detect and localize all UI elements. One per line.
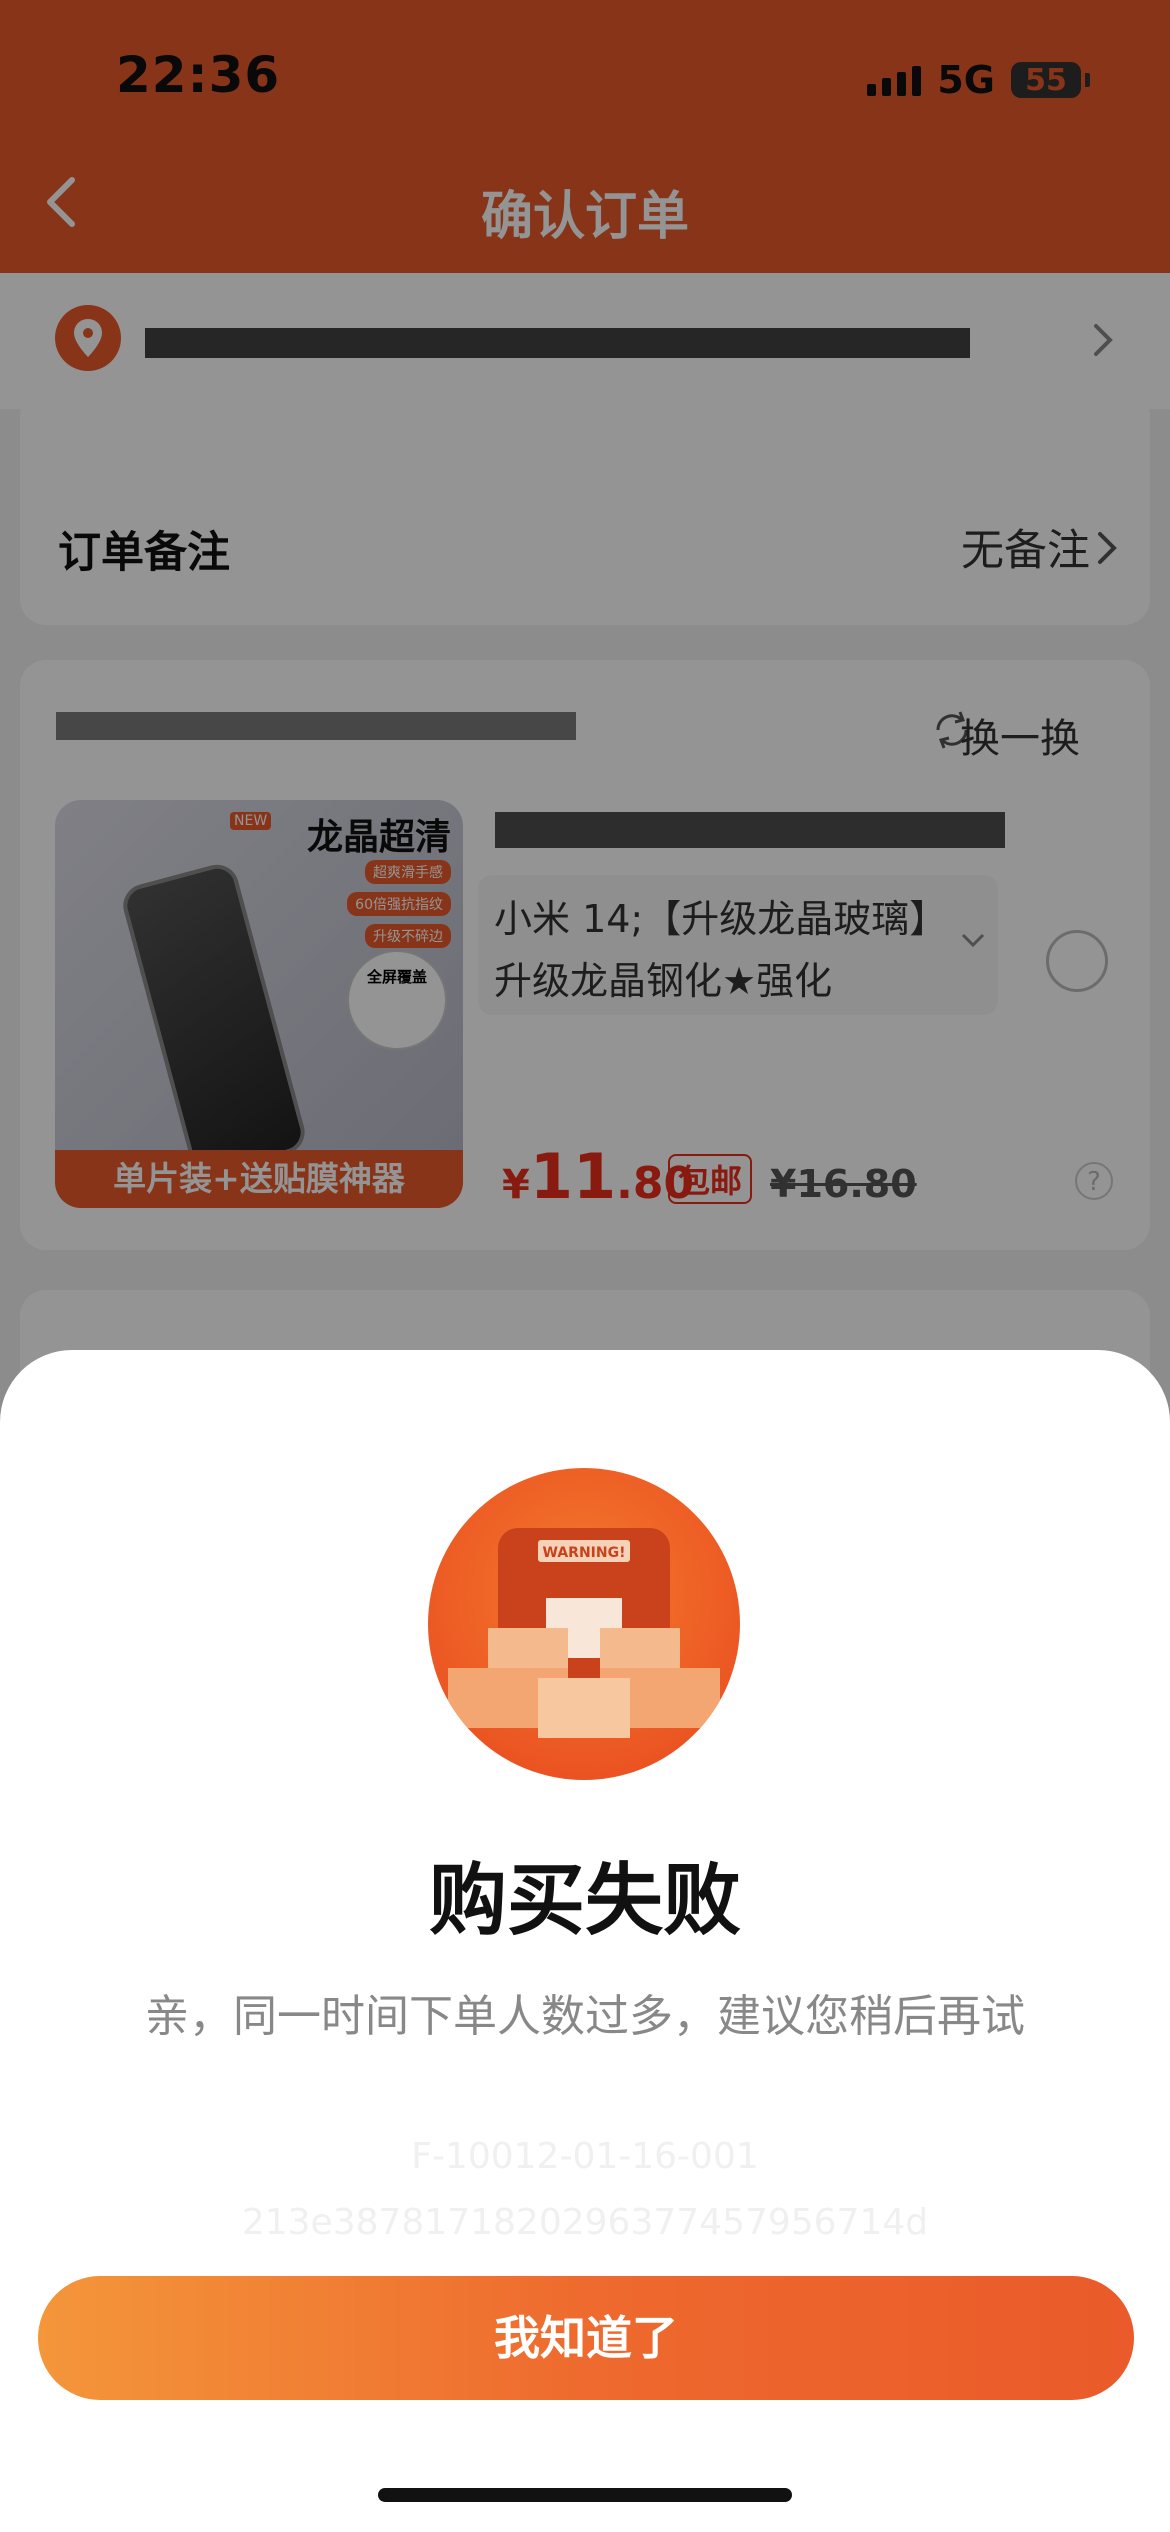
error-code-line: 213e3878171820296377457956714d: [241, 2202, 929, 2243]
dialog-message: 亲，同一时间下单人数过多，建议您稍后再试: [145, 1991, 1025, 2042]
error-code-line: F-10012-01-16-001: [411, 2136, 759, 2177]
warning-sign: WARNING!: [543, 1545, 626, 1561]
truck-boxes-illustration: WARNING!: [448, 1528, 720, 1738]
error-code: F-10012-01-16-001 213e387817182029637745…: [0, 2124, 1170, 2256]
acknowledge-button[interactable]: 我知道了: [38, 2276, 1134, 2400]
dialog-title: 购买失败: [428, 1856, 741, 1946]
warning-illustration: WARNING!: [428, 1468, 740, 1780]
home-indicator[interactable]: [378, 2488, 792, 2502]
